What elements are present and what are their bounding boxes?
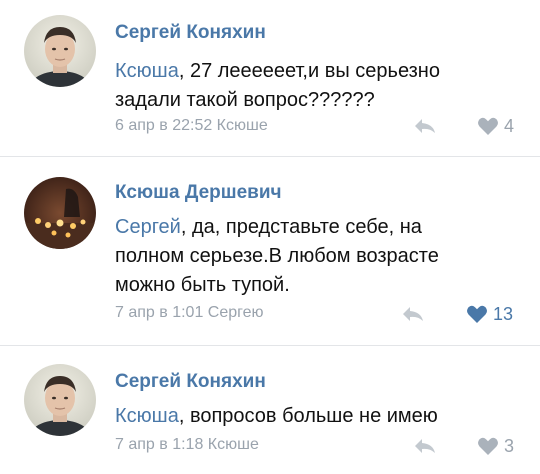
comment-meta: 7 апр в 1:01 Сергею — [115, 304, 264, 321]
avatar[interactable] — [24, 15, 96, 87]
reply-arrow-icon — [415, 439, 435, 453]
comment-text-segment: , да, представьте себе, на — [180, 216, 422, 238]
reply-arrow-icon — [415, 119, 435, 133]
avatar[interactable] — [24, 177, 96, 249]
like-button[interactable]: 3 — [477, 435, 514, 457]
reply-button[interactable] — [401, 304, 425, 324]
heart-icon — [478, 437, 498, 455]
reply-button[interactable] — [413, 116, 437, 136]
comment-author[interactable]: Сергей Коняхин — [115, 371, 266, 393]
avatar[interactable] — [24, 364, 96, 436]
mention-link[interactable]: Сергей — [115, 216, 181, 238]
mention-link[interactable]: Ксюша — [115, 60, 179, 82]
comment-meta: 6 апр в 22:52 Ксюше — [115, 117, 268, 134]
candles-avatar-icon — [24, 177, 96, 249]
divider — [0, 156, 540, 157]
comment-text-segment: , 27 леееееет,и вы серьезно — [178, 60, 440, 82]
comment-meta: 7 апр в 1:18 Ксюше — [115, 436, 259, 453]
like-button[interactable]: 13 — [466, 303, 513, 325]
heart-icon — [467, 305, 487, 323]
comment-text-line: задали такой вопрос?????? — [115, 89, 375, 111]
comment-text: Ксюша, вопросов больше не имею — [115, 402, 525, 431]
reply-button[interactable] — [413, 436, 437, 456]
divider — [0, 345, 540, 346]
comment-text-line: полном серьезе.В любом возрасте — [115, 245, 439, 267]
comment-author[interactable]: Сергей Коняхин — [115, 22, 266, 44]
comment-text-line: Сергей, да, представьте себе, на — [115, 213, 525, 242]
heart-icon — [478, 117, 498, 135]
comment-text-line: можно быть тупой. — [115, 274, 290, 296]
like-button[interactable]: 4 — [477, 115, 514, 137]
person-avatar-icon — [24, 15, 96, 87]
comment-text-segment: , вопросов больше не имею — [178, 405, 438, 427]
person-avatar-icon — [24, 364, 96, 436]
comment-text: Ксюша, 27 леееееет,и вы серьезно задали … — [115, 57, 525, 115]
like-count: 3 — [504, 435, 515, 456]
like-count: 13 — [493, 303, 514, 324]
comment-text-line: Ксюша, вопросов больше не имею — [115, 402, 525, 431]
comment-text-line: Ксюша, 27 леееееет,и вы серьезно — [115, 57, 525, 86]
reply-arrow-icon — [403, 307, 423, 321]
mention-link[interactable]: Ксюша — [115, 405, 179, 427]
like-count: 4 — [504, 115, 515, 136]
comment-text: Сергей, да, представьте себе, на полном … — [115, 213, 525, 300]
comment-author[interactable]: Ксюша Дершевич — [115, 182, 282, 204]
